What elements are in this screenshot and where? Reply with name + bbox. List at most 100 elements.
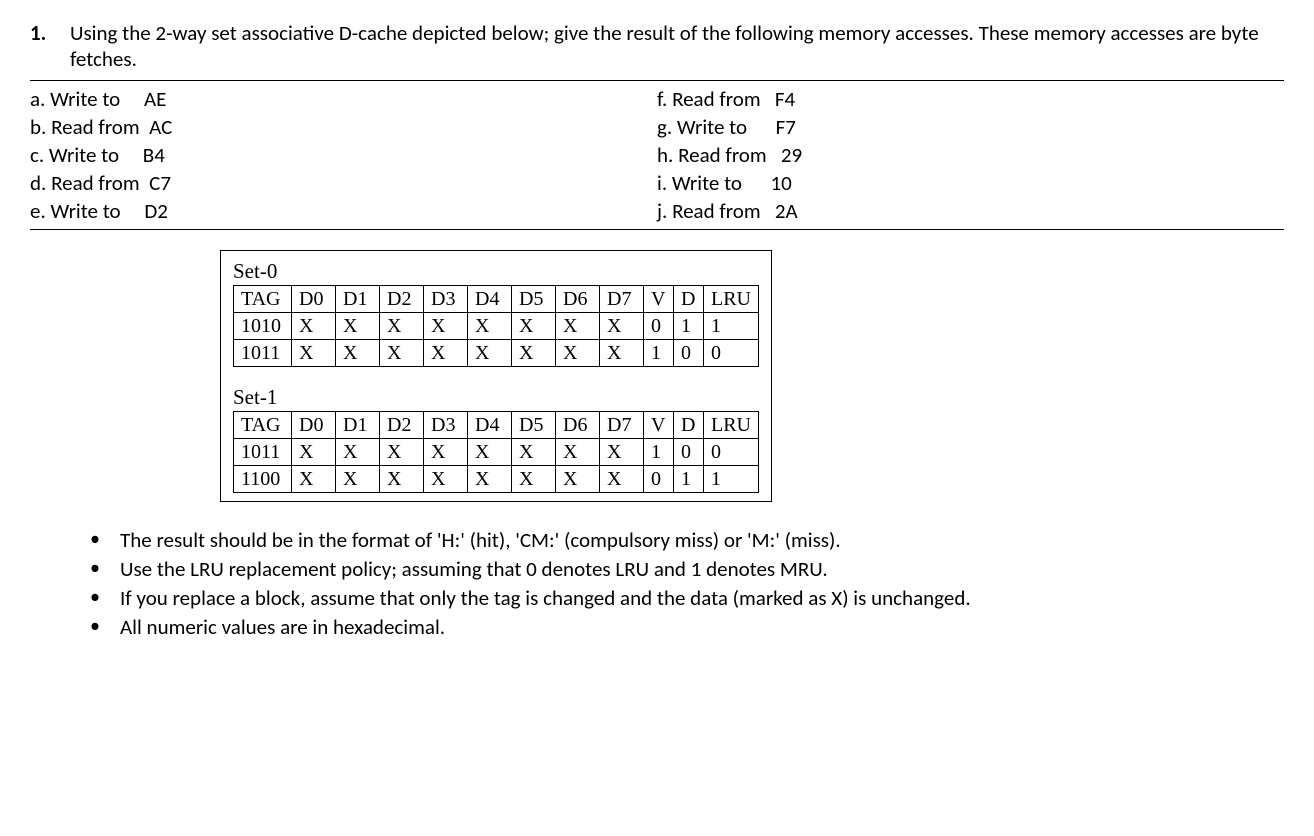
cell-d2: X <box>380 340 424 367</box>
access-i: i. Write to 10 <box>657 169 1284 197</box>
col-d6: D6 <box>556 286 600 313</box>
cell-d3: X <box>424 439 468 466</box>
table-row: 1010 X X X X X X X X 0 1 1 <box>234 313 759 340</box>
col-d5: D5 <box>512 286 556 313</box>
cell-d1: X <box>336 466 380 493</box>
col-d2: D2 <box>380 412 424 439</box>
cell-lru: 0 <box>704 439 759 466</box>
access-j: j. Read from 2A <box>657 197 1284 225</box>
col-d0: D0 <box>292 286 336 313</box>
set-1-table: TAG D0 D1 D2 D3 D4 D5 D6 D7 V D LRU 1011… <box>233 411 759 493</box>
cache-box: Set-0 TAG D0 D1 D2 D3 D4 D5 D6 D7 V D LR… <box>220 250 772 502</box>
cell-d6: X <box>556 313 600 340</box>
col-d: D <box>674 412 704 439</box>
col-d3: D3 <box>424 412 468 439</box>
question-header: 1. Using the 2-way set associative D-cac… <box>30 20 1284 72</box>
cell-d1: X <box>336 313 380 340</box>
cell-d6: X <box>556 340 600 367</box>
cell-d5: X <box>512 340 556 367</box>
set-0-table: TAG D0 D1 D2 D3 D4 D5 D6 D7 V D LRU 1010… <box>233 285 759 367</box>
cell-d7: X <box>600 340 644 367</box>
set-0-label: Set-0 <box>233 259 759 284</box>
cell-tag: 1011 <box>234 340 292 367</box>
cell-d4: X <box>468 439 512 466</box>
col-d3: D3 <box>424 286 468 313</box>
notes-list: The result should be in the format of 'H… <box>90 527 1284 640</box>
col-d: D <box>674 286 704 313</box>
cell-d0: X <box>292 340 336 367</box>
access-c: c. Write to B4 <box>30 141 657 169</box>
cell-v: 0 <box>644 466 674 493</box>
cell-lru: 1 <box>704 466 759 493</box>
cell-d7: X <box>600 439 644 466</box>
set-1-label: Set-1 <box>233 385 759 410</box>
col-lru: LRU <box>704 412 759 439</box>
accesses-left-column: a. Write to AE b. Read from AC c. Write … <box>30 85 657 225</box>
cell-d3: X <box>424 340 468 367</box>
col-d7: D7 <box>600 412 644 439</box>
access-h: h. Read from 29 <box>657 141 1284 169</box>
cell-d3: X <box>424 313 468 340</box>
question-number: 1. <box>30 20 70 46</box>
cell-d4: X <box>468 313 512 340</box>
cell-d2: X <box>380 466 424 493</box>
cell-dirty: 0 <box>674 340 704 367</box>
cell-d0: X <box>292 466 336 493</box>
memory-accesses-box: a. Write to AE b. Read from AC c. Write … <box>30 80 1284 230</box>
col-d7: D7 <box>600 286 644 313</box>
cell-d7: X <box>600 313 644 340</box>
cell-d2: X <box>380 439 424 466</box>
access-g: g. Write to F7 <box>657 113 1284 141</box>
col-d2: D2 <box>380 286 424 313</box>
cell-d1: X <box>336 340 380 367</box>
note-item: Use the LRU replacement policy; assuming… <box>90 556 1284 582</box>
cell-d5: X <box>512 466 556 493</box>
cell-v: 1 <box>644 439 674 466</box>
table-header-row: TAG D0 D1 D2 D3 D4 D5 D6 D7 V D LRU <box>234 286 759 313</box>
table-row: 1011 X X X X X X X X 1 0 0 <box>234 340 759 367</box>
cell-lru: 1 <box>704 313 759 340</box>
cell-dirty: 0 <box>674 439 704 466</box>
cell-d0: X <box>292 313 336 340</box>
cell-d3: X <box>424 466 468 493</box>
col-d1: D1 <box>336 412 380 439</box>
cell-d7: X <box>600 466 644 493</box>
col-d6: D6 <box>556 412 600 439</box>
cell-d4: X <box>468 340 512 367</box>
cell-d6: X <box>556 439 600 466</box>
cell-dirty: 1 <box>674 466 704 493</box>
cell-d4: X <box>468 466 512 493</box>
table-row: 1011 X X X X X X X X 1 0 0 <box>234 439 759 466</box>
cell-d2: X <box>380 313 424 340</box>
cell-tag: 1100 <box>234 466 292 493</box>
cache-container: Set-0 TAG D0 D1 D2 D3 D4 D5 D6 D7 V D LR… <box>220 250 1284 502</box>
col-lru: LRU <box>704 286 759 313</box>
col-v: V <box>644 286 674 313</box>
question-text: Using the 2-way set associative D-cache … <box>70 20 1284 72</box>
col-d4: D4 <box>468 412 512 439</box>
note-item: The result should be in the format of 'H… <box>90 527 1284 553</box>
cell-dirty: 1 <box>674 313 704 340</box>
note-item: All numeric values are in hexadecimal. <box>90 614 1284 640</box>
cell-v: 1 <box>644 340 674 367</box>
col-v: V <box>644 412 674 439</box>
cell-d5: X <box>512 313 556 340</box>
col-d0: D0 <box>292 412 336 439</box>
cell-lru: 0 <box>704 340 759 367</box>
cell-d6: X <box>556 466 600 493</box>
col-tag: TAG <box>234 286 292 313</box>
table-row: 1100 X X X X X X X X 0 1 1 <box>234 466 759 493</box>
col-tag: TAG <box>234 412 292 439</box>
note-item: If you replace a block, assume that only… <box>90 585 1284 611</box>
accesses-right-column: f. Read from F4 g. Write to F7 h. Read f… <box>657 85 1284 225</box>
access-b: b. Read from AC <box>30 113 657 141</box>
cell-d1: X <box>336 439 380 466</box>
access-a: a. Write to AE <box>30 85 657 113</box>
cell-d0: X <box>292 439 336 466</box>
cell-d5: X <box>512 439 556 466</box>
cell-tag: 1010 <box>234 313 292 340</box>
col-d5: D5 <box>512 412 556 439</box>
access-d: d. Read from C7 <box>30 169 657 197</box>
cell-v: 0 <box>644 313 674 340</box>
col-d1: D1 <box>336 286 380 313</box>
